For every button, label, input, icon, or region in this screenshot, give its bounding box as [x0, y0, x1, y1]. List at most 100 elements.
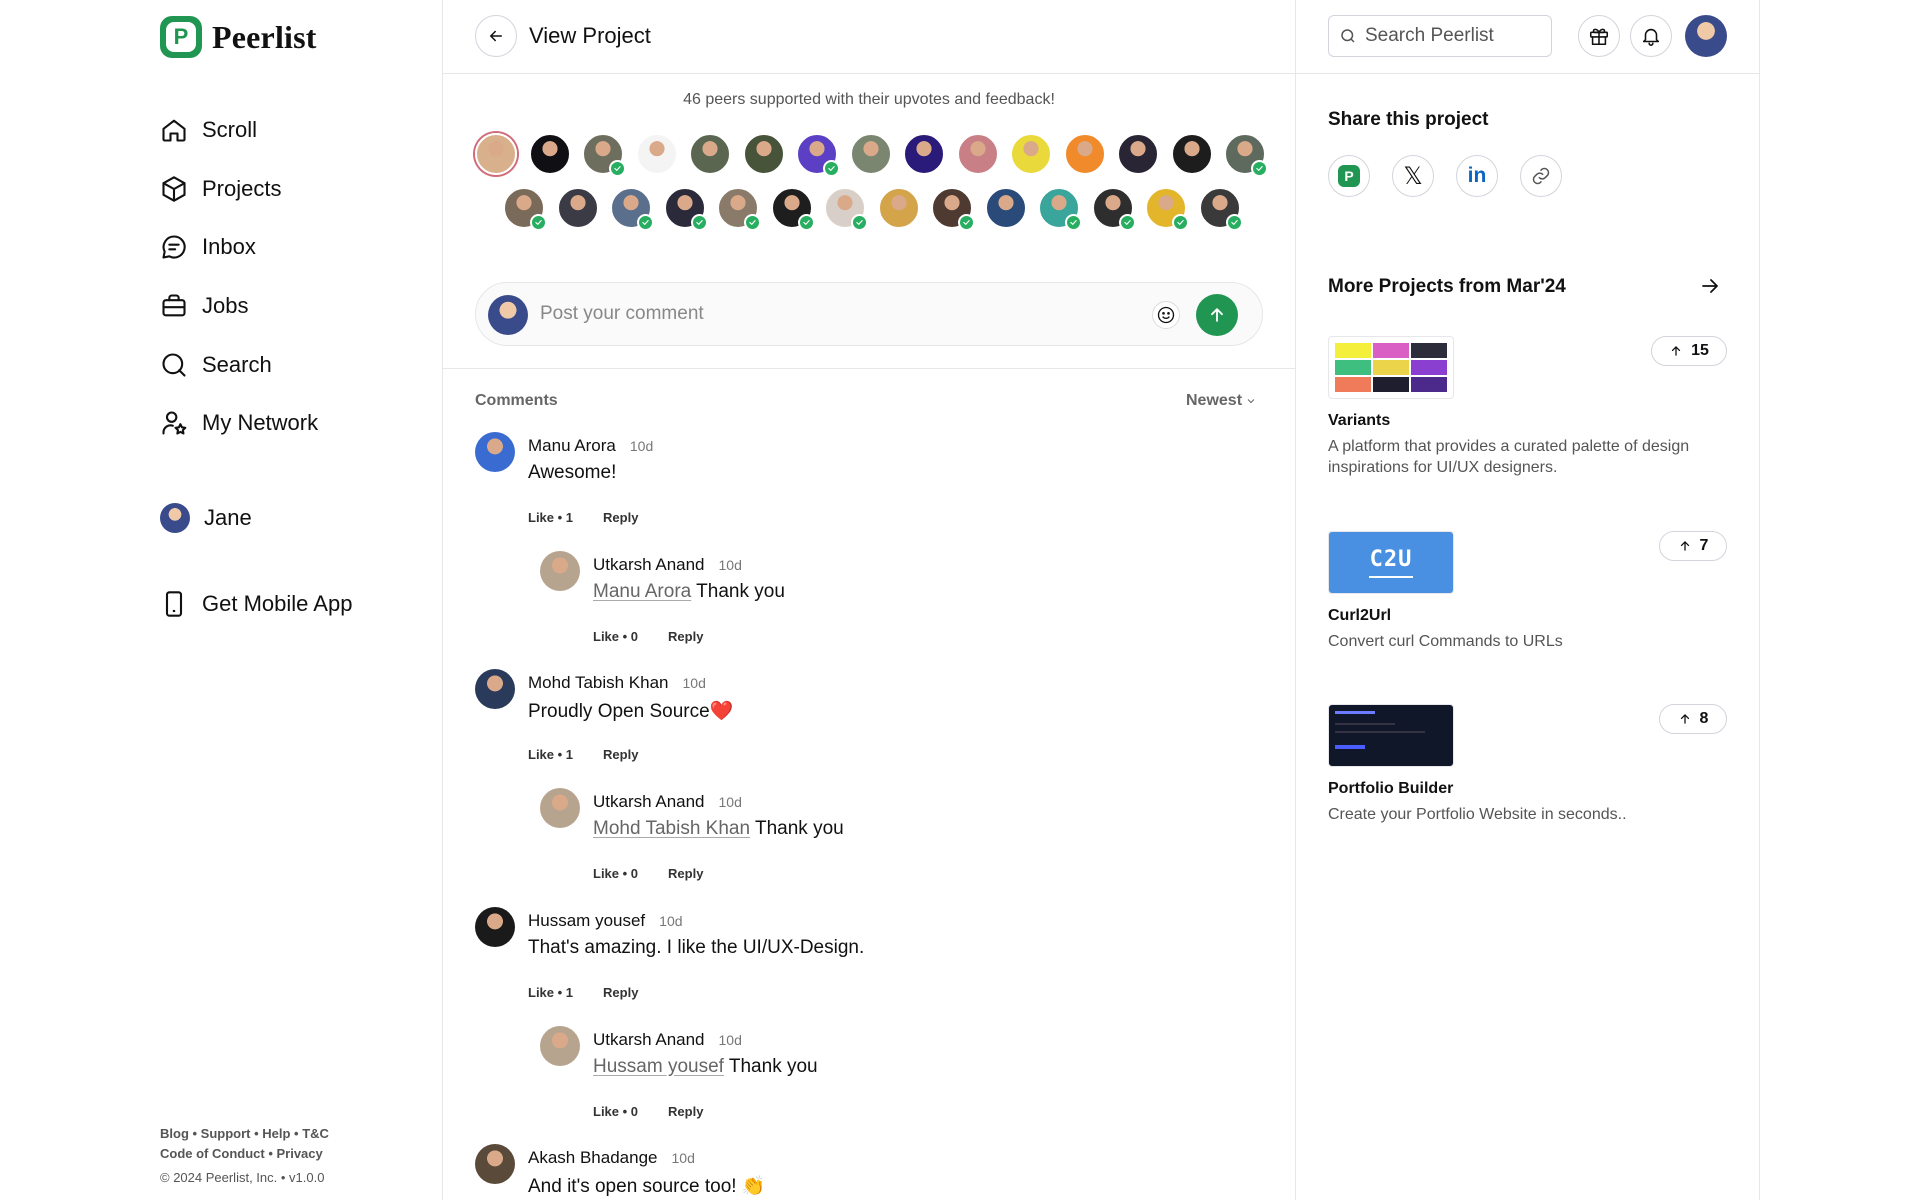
back-button[interactable] — [475, 15, 517, 57]
x-icon: 𝕏 — [1403, 162, 1423, 190]
supporter-avatar[interactable] — [824, 187, 868, 231]
comment-author[interactable]: Utkarsh Anand — [593, 1030, 705, 1049]
reply-button[interactable]: Reply — [603, 510, 638, 525]
supporter-avatar[interactable] — [528, 133, 571, 175]
nav-item-inbox[interactable]: Inbox — [160, 229, 318, 265]
supporter-avatar[interactable] — [1063, 133, 1106, 175]
comment-author[interactable]: Akash Bhadange — [528, 1148, 658, 1167]
nav-item-profile[interactable]: Jane — [160, 503, 252, 533]
project-thumbnail[interactable] — [1328, 704, 1454, 767]
nav-item-my-network[interactable]: My Network — [160, 405, 318, 441]
emoji-button[interactable] — [1152, 301, 1180, 329]
supporter-avatar[interactable] — [503, 187, 547, 231]
supporter-avatar[interactable] — [849, 133, 892, 175]
supporter-avatar[interactable] — [1145, 187, 1189, 231]
supporter-avatar[interactable] — [1198, 187, 1243, 231]
get-mobile-app-link[interactable]: Get Mobile App — [160, 590, 352, 618]
sort-dropdown[interactable]: Newest — [1186, 392, 1257, 410]
supporter-avatar[interactable] — [1117, 133, 1159, 175]
supporter-avatar[interactable] — [984, 187, 1027, 229]
supporter-avatar[interactable] — [689, 133, 731, 175]
avatar[interactable] — [540, 1025, 580, 1066]
avatar[interactable] — [540, 788, 580, 829]
comment-author[interactable]: Manu Arora — [528, 436, 616, 455]
comment-author[interactable]: Utkarsh Anand — [593, 792, 705, 811]
reply-button[interactable]: Reply — [603, 985, 638, 1000]
project-thumbnail[interactable] — [1328, 336, 1454, 399]
avatar[interactable] — [540, 550, 580, 591]
user-avatar-menu[interactable] — [1685, 15, 1727, 57]
reply-button[interactable]: Reply — [668, 629, 703, 644]
reply-button[interactable]: Reply — [668, 1104, 703, 1119]
peerlist-logo[interactable]: P Peerlist — [160, 16, 317, 58]
supporter-avatar[interactable] — [610, 187, 654, 231]
supporter-avatar[interactable] — [796, 133, 840, 177]
like-button[interactable]: Like • 0 — [593, 1104, 638, 1119]
upvote-button[interactable]: 15 — [1651, 336, 1727, 366]
like-button[interactable]: Like • 1 — [528, 510, 573, 525]
supporter-avatar[interactable] — [663, 187, 708, 231]
mention-link[interactable]: Manu Arora — [593, 581, 691, 602]
avatar[interactable] — [475, 906, 515, 947]
comment-author[interactable]: Mohd Tabish Khan — [528, 673, 669, 692]
send-comment-button[interactable] — [1196, 294, 1238, 336]
supporter-avatar[interactable] — [1010, 133, 1052, 175]
comment-author[interactable]: Hussam yousef — [528, 911, 645, 930]
supporter-avatar[interactable] — [1091, 187, 1136, 231]
like-button[interactable]: Like • 1 — [528, 985, 573, 1000]
comment-actions: Like • 1 Reply — [528, 510, 638, 525]
supporter-avatar[interactable] — [956, 133, 999, 175]
upvote-button[interactable]: 7 — [1659, 531, 1727, 561]
share-peerlist-button[interactable]: P — [1328, 155, 1370, 197]
upvote-button[interactable]: 8 — [1659, 704, 1727, 734]
reply-button[interactable]: Reply — [603, 747, 638, 762]
reply-button[interactable]: Reply — [668, 866, 703, 881]
supporter-avatar[interactable] — [635, 133, 678, 175]
nav-item-scroll[interactable]: Scroll — [160, 112, 318, 148]
project-name[interactable]: Portfolio Builder — [1328, 780, 1453, 798]
footer-links-line1[interactable]: Blog • Support • Help • T&C — [160, 1124, 329, 1144]
comment-input[interactable] — [540, 303, 1140, 325]
avatar[interactable] — [475, 669, 515, 710]
project-name[interactable]: Variants — [1328, 412, 1390, 430]
nav-item-search[interactable]: Search — [160, 347, 318, 383]
nav-item-jobs[interactable]: Jobs — [160, 288, 318, 324]
supporter-avatar[interactable] — [1170, 133, 1213, 175]
share-x-button[interactable]: 𝕏 — [1392, 155, 1434, 197]
avatar[interactable] — [475, 1143, 515, 1184]
project-name[interactable]: Curl2Url — [1328, 607, 1391, 625]
supporter-avatar[interactable] — [556, 187, 599, 229]
copy-link-button[interactable] — [1520, 155, 1562, 197]
share-linkedin-button[interactable]: in — [1456, 155, 1498, 197]
project-description: Convert curl Commands to URLs — [1328, 633, 1563, 650]
nav-item-projects[interactable]: Projects — [160, 171, 318, 207]
search-input[interactable] — [1365, 25, 1545, 47]
comment-author[interactable]: Utkarsh Anand — [593, 555, 705, 574]
project-thumbnail[interactable]: C2U — [1328, 531, 1454, 594]
supporter-avatar[interactable] — [770, 187, 815, 231]
mention-link[interactable]: Mohd Tabish Khan — [593, 818, 750, 839]
mention-link[interactable]: Hussam yousef — [593, 1056, 724, 1077]
supporter-avatar[interactable] — [742, 133, 785, 175]
supporter-avatar[interactable] — [903, 133, 945, 175]
supporter-avatar[interactable] — [877, 187, 920, 229]
like-button[interactable]: Like • 1 — [528, 747, 573, 762]
like-button[interactable]: Like • 0 — [593, 629, 638, 644]
gift-button[interactable] — [1578, 15, 1620, 57]
supporter-avatar[interactable] — [582, 133, 626, 177]
supporter-avatar[interactable] — [717, 187, 761, 231]
arrow-up-icon — [1671, 346, 1681, 356]
comment-time: 10d — [718, 1031, 742, 1048]
notifications-button[interactable] — [1630, 15, 1672, 57]
supporter-avatar[interactable] — [1038, 187, 1082, 231]
avatar[interactable] — [475, 432, 515, 472]
nav-item-label: Inbox — [202, 234, 256, 260]
footer-links-line2[interactable]: Code of Conduct • Privacy — [160, 1144, 329, 1164]
more-projects-link[interactable] — [1698, 274, 1726, 302]
like-button[interactable]: Like • 0 — [593, 866, 638, 881]
supporter-avatar[interactable] — [931, 187, 975, 231]
supporter-avatar[interactable] — [475, 133, 517, 175]
supporter-avatar[interactable] — [1224, 133, 1268, 177]
verified-badge-icon — [851, 214, 868, 231]
gift-icon — [1589, 28, 1609, 46]
